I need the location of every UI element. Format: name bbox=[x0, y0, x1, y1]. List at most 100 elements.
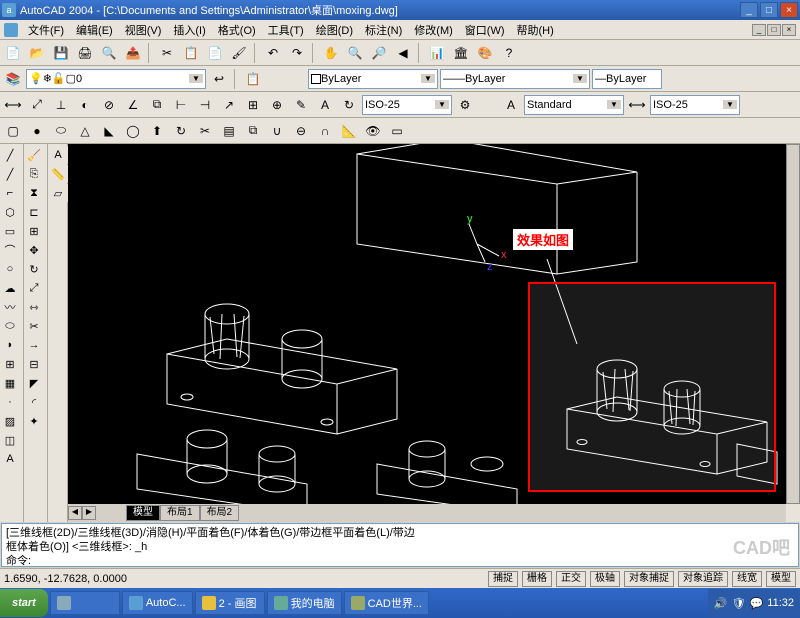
minimize-button[interactable]: _ bbox=[740, 2, 758, 18]
ql-ie-icon[interactable] bbox=[50, 591, 120, 615]
cone-icon[interactable]: △ bbox=[74, 120, 96, 142]
vertical-scrollbar[interactable] bbox=[786, 144, 800, 504]
zoom-prev-icon[interactable]: ◀ bbox=[392, 42, 414, 64]
cylinder-icon[interactable]: ⬭ bbox=[50, 120, 72, 142]
dim-edit-icon[interactable]: ✎ bbox=[290, 94, 312, 116]
chamfer-icon[interactable]: ◤ bbox=[24, 374, 44, 392]
copy-obj-icon[interactable]: ⎘ bbox=[24, 165, 44, 183]
dim-tolerance-icon[interactable]: ⊞ bbox=[242, 94, 264, 116]
make-block-icon[interactable]: ▦ bbox=[0, 374, 20, 392]
dimstyle-combo[interactable]: ISO-25 ▼ bbox=[362, 95, 452, 115]
otrack-toggle[interactable]: 对象追踪 bbox=[678, 571, 728, 587]
cut-icon[interactable]: ✂ bbox=[156, 42, 178, 64]
torus-icon[interactable]: ◯ bbox=[122, 120, 144, 142]
dist-icon[interactable]: 📏 bbox=[48, 165, 68, 183]
pan-icon[interactable]: ✋ bbox=[320, 42, 342, 64]
textstyle-combo[interactable]: Standard ▼ bbox=[524, 95, 624, 115]
taskbar-mycomputer[interactable]: 我的电脑 bbox=[267, 591, 342, 615]
menu-draw[interactable]: 绘图(D) bbox=[310, 22, 359, 38]
doc-minimize-button[interactable]: _ bbox=[752, 24, 766, 36]
dim-baseline-icon[interactable]: ⊢ bbox=[170, 94, 192, 116]
union-icon[interactable]: ∪ bbox=[266, 120, 288, 142]
line-icon[interactable]: ╱ bbox=[0, 146, 20, 164]
menu-window[interactable]: 窗口(W) bbox=[459, 22, 511, 38]
open-icon[interactable]: 📂 bbox=[26, 42, 48, 64]
dim-ordinate-icon[interactable]: ⊥ bbox=[50, 94, 72, 116]
scroll-left-icon[interactable]: ◀ bbox=[68, 506, 82, 520]
menu-file[interactable]: 文件(F) bbox=[22, 22, 70, 38]
menu-dimension[interactable]: 标注(N) bbox=[359, 22, 408, 38]
layer-combo[interactable]: 💡❄🔓▢ 0 ▼ bbox=[26, 69, 206, 89]
scroll-right-icon[interactable]: ▶ bbox=[82, 506, 96, 520]
grid-toggle[interactable]: 栅格 bbox=[522, 571, 552, 587]
close-button[interactable]: × bbox=[780, 2, 798, 18]
tray-icon[interactable]: 🛡 bbox=[732, 597, 746, 610]
pline-icon[interactable]: ⌐ bbox=[0, 184, 20, 202]
spline-icon[interactable]: 〰 bbox=[0, 298, 20, 316]
xline-icon[interactable]: ╱ bbox=[0, 165, 20, 183]
region-icon[interactable]: ◫ bbox=[0, 431, 20, 449]
doc-restore-button[interactable]: □ bbox=[767, 24, 781, 36]
lineweight-combo[interactable]: — ByLayer bbox=[592, 69, 662, 89]
save-icon[interactable]: 💾 bbox=[50, 42, 72, 64]
zoom-rt-icon[interactable]: 🔍 bbox=[344, 42, 366, 64]
erase-icon[interactable]: 🧹 bbox=[24, 146, 44, 164]
properties-icon[interactable]: 📊 bbox=[426, 42, 448, 64]
polygon-icon[interactable]: ⬡ bbox=[0, 203, 20, 221]
help-icon[interactable]: ? bbox=[498, 42, 520, 64]
text-tool-icon[interactable]: A bbox=[48, 146, 68, 164]
osnap-toggle[interactable]: 对象捕捉 bbox=[624, 571, 674, 587]
sphere-icon[interactable]: ● bbox=[26, 120, 48, 142]
zoom-win-icon[interactable]: 🔎 bbox=[368, 42, 390, 64]
arc-icon[interactable]: ⌒ bbox=[0, 241, 20, 259]
stretch-icon[interactable]: ⇿ bbox=[24, 298, 44, 316]
taskbar-paint[interactable]: 2 - 画图 bbox=[195, 591, 265, 615]
dimstyle2-combo[interactable]: ISO-25 ▼ bbox=[650, 95, 740, 115]
tray-icon[interactable]: 💬 bbox=[750, 597, 764, 610]
revcloud-icon[interactable]: ☁ bbox=[0, 279, 20, 297]
mirror-icon[interactable]: ⧗ bbox=[24, 184, 44, 202]
offset-icon[interactable]: ⊏ bbox=[24, 203, 44, 221]
menu-help[interactable]: 帮助(H) bbox=[511, 22, 560, 38]
dim-update-icon[interactable]: ↻ bbox=[338, 94, 360, 116]
intersect-icon[interactable]: ∩ bbox=[314, 120, 336, 142]
setup-view-icon[interactable]: 👁 bbox=[362, 120, 384, 142]
redo-icon[interactable]: ↷ bbox=[286, 42, 308, 64]
dim-aligned-icon[interactable]: ⤢ bbox=[26, 94, 48, 116]
hatch-icon[interactable]: ▨ bbox=[0, 412, 20, 430]
explode-icon[interactable]: ✦ bbox=[24, 412, 44, 430]
dim-radius-icon[interactable]: ◐ bbox=[74, 94, 96, 116]
model-toggle[interactable]: 模型 bbox=[766, 571, 796, 587]
publish-icon[interactable]: 📤 bbox=[122, 42, 144, 64]
tray-icon[interactable]: 🔊 bbox=[714, 597, 728, 610]
menu-view[interactable]: 视图(V) bbox=[119, 22, 168, 38]
point-icon[interactable]: · bbox=[0, 393, 20, 411]
dim-tedit-icon[interactable]: A bbox=[314, 94, 336, 116]
start-button[interactable]: start bbox=[0, 589, 48, 617]
layer-prev-icon[interactable]: ↩ bbox=[208, 68, 230, 90]
tab-model[interactable]: 模型 bbox=[126, 505, 160, 521]
dim-linear-icon[interactable]: ⟷ bbox=[2, 94, 24, 116]
dim-angular-icon[interactable]: ∠ bbox=[122, 94, 144, 116]
menu-insert[interactable]: 插入(I) bbox=[167, 22, 211, 38]
dim-continue-icon[interactable]: ⊣ bbox=[194, 94, 216, 116]
taskbar-autocad[interactable]: AutoC... bbox=[122, 591, 193, 615]
maximize-button[interactable]: □ bbox=[760, 2, 778, 18]
dimstyle2-icon[interactable]: ⟷ bbox=[626, 94, 648, 116]
taskbar-cadworld[interactable]: CAD世界... bbox=[344, 591, 429, 615]
dim-leader-icon[interactable]: ↗ bbox=[218, 94, 240, 116]
ellipse-arc-icon[interactable]: ◗ bbox=[0, 336, 20, 354]
setup-profile-icon[interactable]: ▭ bbox=[386, 120, 408, 142]
ellipse-icon[interactable]: ⬭ bbox=[0, 317, 20, 335]
horizontal-scrollbar[interactable]: ◀ ▶ 模型 布局1 布局2 bbox=[68, 504, 786, 522]
ortho-toggle[interactable]: 正交 bbox=[556, 571, 586, 587]
dim-diameter-icon[interactable]: ⊘ bbox=[98, 94, 120, 116]
tool-palette-icon[interactable]: 🎨 bbox=[474, 42, 496, 64]
fillet-icon[interactable]: ◜ bbox=[24, 393, 44, 411]
rotate-icon[interactable]: ↻ bbox=[24, 260, 44, 278]
snap-toggle[interactable]: 捕捉 bbox=[488, 571, 518, 587]
break-icon[interactable]: ⊟ bbox=[24, 355, 44, 373]
match-icon[interactable]: 🖌 bbox=[228, 42, 250, 64]
setup-drawing-icon[interactable]: 📐 bbox=[338, 120, 360, 142]
system-tray[interactable]: 🔊 🛡 💬 11:32 bbox=[708, 589, 800, 617]
